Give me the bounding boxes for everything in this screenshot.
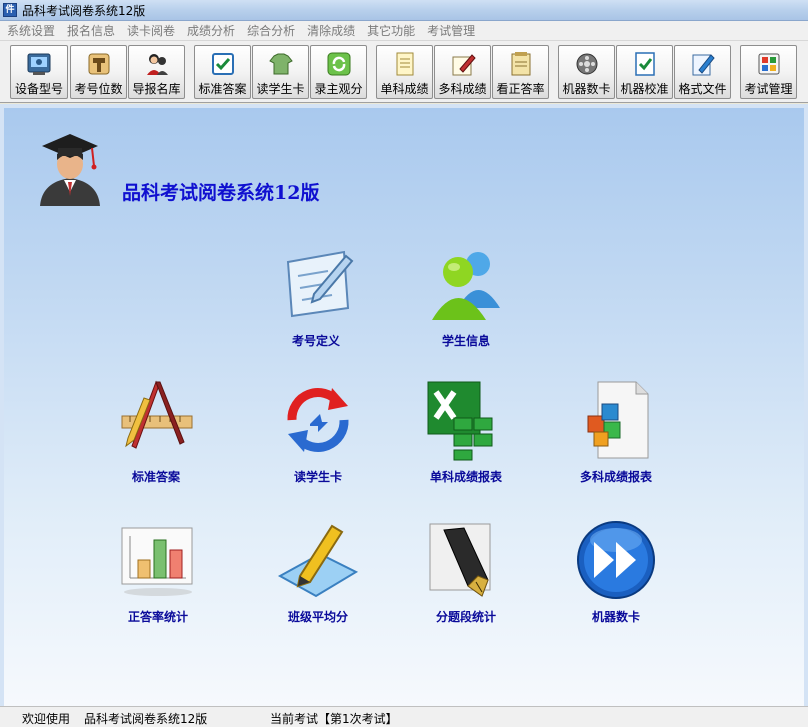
pencil-pad-icon (276, 518, 360, 602)
window-title: 品科考试阅卷系统12版 (22, 3, 146, 18)
read-student-card-button[interactable]: 读学生卡 (252, 45, 309, 99)
view-correct-rate-button[interactable]: 看正答率 (492, 45, 549, 99)
menu-clear-scores[interactable]: 清除成绩 (301, 21, 361, 41)
menu-registration[interactable]: 报名信息 (61, 21, 121, 41)
notepad-pen-icon (274, 242, 358, 326)
menu-other-functions[interactable]: 其它功能 (361, 21, 421, 41)
excel-icon (424, 378, 508, 462)
menu-exam-management[interactable]: 考试管理 (421, 21, 481, 41)
recycle-icon (326, 51, 352, 77)
feature-class-average[interactable]: 班级平均分 (258, 518, 378, 625)
menu-comprehensive-analysis[interactable]: 综合分析 (241, 21, 301, 41)
app-icon: 件 (3, 3, 17, 17)
feature-machine-count-card[interactable]: 机器数卡 (556, 518, 676, 625)
feature-read-student-card[interactable]: 读学生卡 (258, 378, 378, 485)
film-reel-icon (574, 51, 600, 77)
machine-calibration-button[interactable]: 机器校准 (616, 45, 673, 99)
feature-single-subject-report[interactable]: 单科成绩报表 (406, 378, 526, 485)
feature-student-info[interactable]: 学生信息 (406, 242, 526, 349)
users-group-icon (424, 242, 508, 326)
fountain-pen-icon (424, 518, 508, 602)
menu-score-analysis[interactable]: 成绩分析 (181, 21, 241, 41)
notes-icon (508, 51, 534, 77)
graduate-avatar-icon (36, 126, 104, 206)
fast-forward-icon (574, 518, 658, 602)
enter-subjective-score-button[interactable]: 录主观分 (310, 45, 367, 99)
shirt-icon (268, 51, 294, 77)
check-doc-icon (632, 51, 658, 77)
menu-read-card[interactable]: 读卡阅卷 (121, 21, 181, 41)
machine-count-card-button[interactable]: 机器数卡 (558, 45, 615, 99)
single-subject-score-button[interactable]: 单科成绩 (376, 45, 433, 99)
bar-chart-icon (116, 518, 200, 602)
exam-management-button[interactable]: 考试管理 (740, 45, 797, 99)
feature-correct-rate-stats[interactable]: 正答率统计 (98, 518, 218, 625)
multi-subject-score-button[interactable]: 多科成绩 (434, 45, 491, 99)
toolbar: 设备型号 考号位数 导报名库 标准答案 读学生卡 录主观分 单科成绩 多科成绩 … (0, 41, 808, 103)
status-current-exam: 当前考试【第1次考试】 (270, 712, 398, 726)
feature-question-segment-stats[interactable]: 分题段统计 (406, 518, 526, 625)
hammer-icon (86, 51, 112, 77)
device-icon (26, 51, 52, 77)
feature-multi-subject-report[interactable]: 多科成绩报表 (556, 378, 676, 485)
system-title: 品科考试阅卷系统12版 (122, 182, 320, 204)
standard-answer-button[interactable]: 标准答案 (194, 45, 251, 99)
status-app-name: 品科考试阅卷系统12版 (84, 712, 208, 726)
ruler-pencil-icon (114, 378, 198, 462)
edit-doc-icon (690, 51, 716, 77)
grid-icon (756, 51, 782, 77)
status-welcome: 欢迎使用 (22, 712, 71, 726)
users-icon (144, 51, 170, 77)
feature-standard-answer[interactable]: 标准答案 (96, 378, 216, 485)
feature-exam-id-definition[interactable]: 考号定义 (256, 242, 376, 349)
title-bar: 件 品科考试阅卷系统12版 (0, 0, 808, 21)
document-icon (392, 51, 418, 77)
device-model-button[interactable]: 设备型号 (10, 45, 68, 99)
cubes-document-icon (574, 378, 658, 462)
format-file-button[interactable]: 格式文件 (674, 45, 731, 99)
menu-system-settings[interactable]: 系统设置 (0, 21, 61, 41)
sync-arrows-icon (276, 378, 360, 462)
menu-bar: 系统设置 报名信息 读卡阅卷 成绩分析 综合分析 清除成绩 其它功能 考试管理 (0, 21, 808, 41)
exam-id-digits-button[interactable]: 考号位数 (70, 45, 127, 99)
import-registration-button[interactable]: 导报名库 (128, 45, 185, 99)
pen-paper-icon (450, 51, 476, 77)
main-panel: 品科考试阅卷系统12版 考号定义 学生信息 标准答案 读学生卡 单科成绩报表 多… (0, 104, 808, 706)
status-bar: 欢迎使用 品科考试阅卷系统12版 当前考试【第1次考试】 (0, 706, 808, 727)
checkbox-icon (210, 51, 236, 77)
